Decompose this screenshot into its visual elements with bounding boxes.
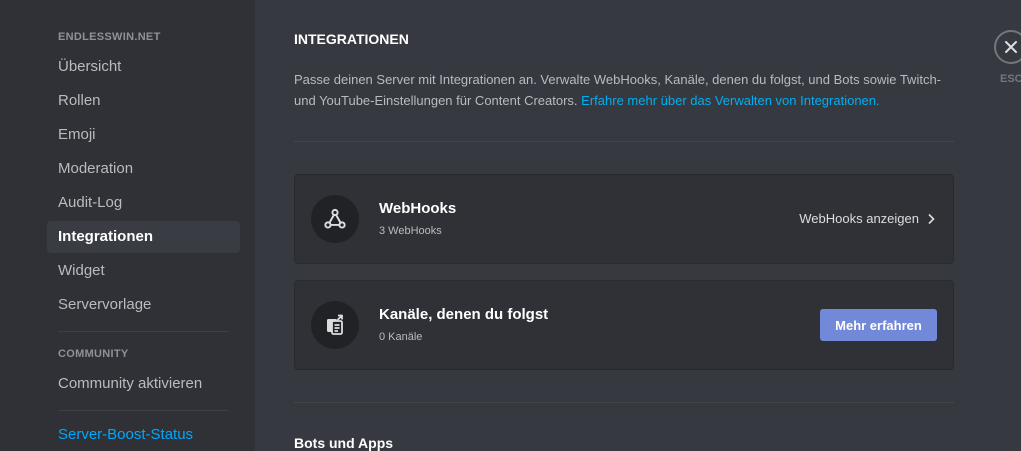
- community-header: COMMUNITY: [58, 348, 129, 360]
- webhooks-title: WebHooks: [379, 200, 457, 217]
- sidebar-item-moderation[interactable]: Moderation: [47, 153, 240, 185]
- sidebar-item-emoji[interactable]: Emoji: [47, 119, 240, 151]
- learn-more-link[interactable]: Erfahre mehr über das Verwalten von Inte…: [581, 93, 879, 108]
- webhooks-card[interactable]: WebHooks 3 WebHooks WebHooks anzeigen: [294, 174, 954, 264]
- page-description: Passe deinen Server mit Integrationen an…: [294, 69, 954, 111]
- sidebar-item-audit-log[interactable]: Audit-Log: [47, 187, 240, 219]
- sidebar-item-server-boost-status[interactable]: Server-Boost-Status: [47, 419, 240, 451]
- server-name-header: ENDLESSWIN.NET: [58, 31, 161, 43]
- followed-channels-card: Kanäle, denen du folgst 0 Kanäle Mehr er…: [294, 280, 954, 370]
- bots-and-apps-title: Bots und Apps: [294, 435, 394, 451]
- sidebar-item-enable-community[interactable]: Community aktivieren: [47, 368, 240, 400]
- settings-sidebar: ENDLESSWIN.NET Übersicht Rollen Emoji Mo…: [0, 0, 255, 451]
- sidebar-item-server-template[interactable]: Servervorlage: [47, 289, 240, 321]
- chevron-right-icon: [928, 213, 935, 224]
- view-webhooks-label: WebHooks anzeigen: [799, 211, 919, 226]
- webhooks-count: 3 WebHooks: [379, 225, 442, 237]
- sidebar-item-integrations[interactable]: Integrationen: [47, 221, 240, 253]
- esc-label: ESC: [1000, 73, 1021, 85]
- page-title: INTEGRATIONEN: [294, 31, 409, 47]
- followed-channels-title: Kanäle, denen du folgst: [379, 306, 549, 323]
- sidebar-item-roles[interactable]: Rollen: [47, 85, 240, 117]
- view-webhooks-link[interactable]: WebHooks anzeigen: [799, 211, 935, 226]
- learn-more-button[interactable]: Mehr erfahren: [820, 309, 937, 341]
- close-icon: [1005, 41, 1017, 53]
- followed-channels-count: 0 Kanäle: [379, 331, 423, 343]
- divider: [294, 402, 954, 403]
- channel-follow-icon: [311, 301, 359, 349]
- close-button[interactable]: [994, 30, 1021, 64]
- sidebar-divider: [58, 331, 229, 332]
- webhook-icon: [311, 195, 359, 243]
- sidebar-item-widget[interactable]: Widget: [47, 255, 240, 287]
- sidebar-item-overview[interactable]: Übersicht: [47, 51, 240, 83]
- divider: [294, 141, 954, 142]
- sidebar-divider: [58, 410, 229, 411]
